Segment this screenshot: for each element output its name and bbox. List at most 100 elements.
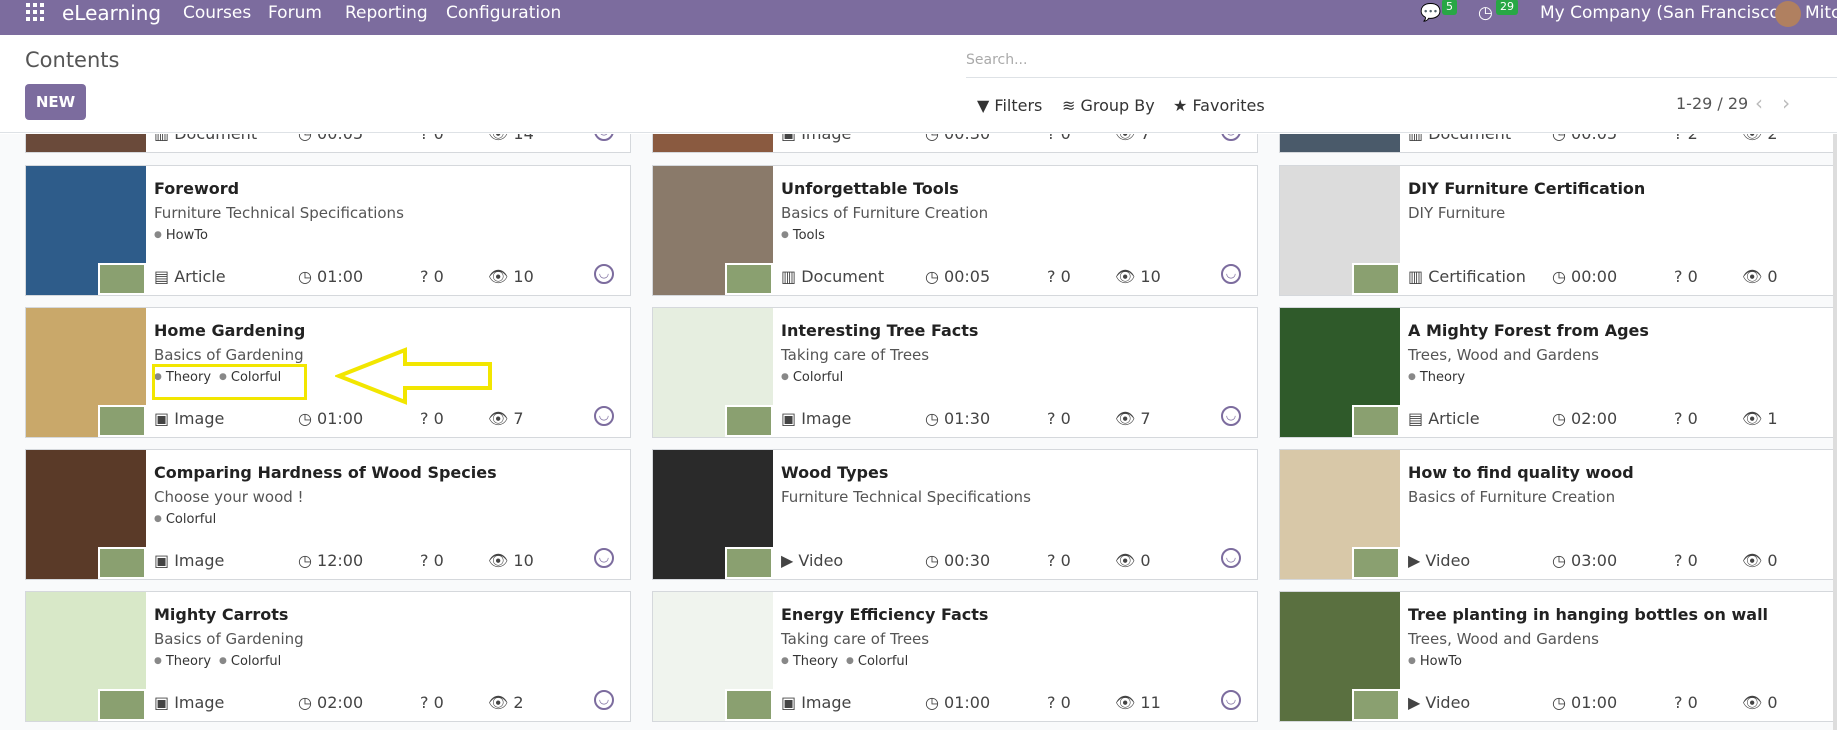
questions-count-icon: ? [1674, 267, 1688, 286]
company-switcher[interactable]: My Company (San Francisco) [1540, 3, 1786, 23]
questions-count-value: 0 [1687, 551, 1698, 570]
kanban-card-partial[interactable]: ▥ Document◷ 00:05? 2👁 2◡ [1279, 134, 1837, 153]
views-count-icon: 👁 [488, 134, 513, 143]
content-type-icon: ▣ [154, 551, 175, 570]
content-type-value: Document [174, 134, 257, 143]
card-title[interactable]: Tree planting in hanging bottles on wall [1408, 605, 1768, 624]
favorites-button[interactable]: ★ Favorites [1173, 96, 1265, 115]
card-title[interactable]: A Mighty Forest from Ages [1408, 321, 1649, 340]
questions-count-value: 0 [433, 409, 444, 428]
card-title[interactable]: Interesting Tree Facts [781, 321, 978, 340]
questions-count-value: 0 [1060, 267, 1071, 286]
menu-forum[interactable]: Forum [268, 3, 322, 23]
content-type-icon: ▥ [781, 267, 802, 286]
thumbnail-image [26, 166, 146, 295]
thumbnail-image [1280, 166, 1400, 295]
menu-courses[interactable]: Courses [183, 3, 251, 23]
kanban-card[interactable]: Mighty Carrots Basics of Gardening Theory C… [25, 591, 631, 722]
content-type-icon: ▶ [1408, 551, 1426, 570]
views-count-icon: 👁 [1742, 409, 1768, 428]
app-brand[interactable]: eLearning [62, 1, 161, 25]
questions-count-icon: ? [1674, 409, 1688, 428]
kanban-card[interactable]: Home GardeningBasics of GardeningTheoryC… [25, 307, 631, 438]
kanban-card[interactable]: Comparing Hardness of Wood Species Choose… [25, 449, 631, 580]
kanban-card[interactable]: How to find quality wood Basics of Furnit… [1279, 449, 1837, 580]
views-count-value: 0 [1767, 267, 1778, 286]
views-count-icon: 👁 [1742, 551, 1768, 570]
kanban-card[interactable]: A Mighty Forest from Ages Trees, Wood and… [1279, 307, 1837, 438]
smile-icon[interactable]: ◡ [594, 264, 614, 284]
smile-icon[interactable]: ◡ [594, 134, 614, 141]
kanban-card[interactable]: Tree planting in hanging bottles on wall… [1279, 591, 1837, 722]
content-type-value: Video [798, 551, 844, 570]
card-course: Basics of Furniture Creation [781, 204, 989, 222]
messages-button[interactable]: 💬 5 [1420, 0, 1457, 23]
filters-button[interactable]: ▼ Filters [977, 96, 1042, 115]
questions-count-value: 0 [433, 693, 444, 712]
content-type-value: Image [174, 693, 225, 712]
views-count-icon: 👁 [1115, 267, 1141, 286]
smile-icon[interactable]: ◡ [1221, 690, 1241, 710]
menu-reporting[interactable]: Reporting [345, 3, 428, 23]
card-title[interactable]: DIY Furniture Certification [1408, 179, 1645, 198]
duration-icon: ◷ [298, 693, 318, 712]
card-title[interactable]: Unforgettable Tools [781, 179, 959, 198]
content-type-icon: ▣ [154, 693, 175, 712]
smile-icon[interactable]: ◡ [594, 406, 614, 426]
kanban-card-partial[interactable]: ▥ Document◷ 00:05? 0👁 14◡ [25, 134, 631, 153]
smile-icon[interactable]: ◡ [1221, 264, 1241, 284]
pager-arrows[interactable]: ‹ › [1755, 91, 1790, 115]
menu-configuration[interactable]: Configuration [446, 3, 561, 23]
questions-count: ? 0 [420, 267, 444, 286]
chevron-right-icon[interactable]: › [1782, 91, 1790, 115]
duration: ◷ 01:00 [925, 693, 990, 712]
kanban-card[interactable]: Wood Types Furniture Technical Specificat… [652, 449, 1258, 580]
groupby-button[interactable]: ≋ Group By [1062, 96, 1155, 115]
kanban-card-partial[interactable]: ▣ Image◷ 00:30? 0👁 7◡ [652, 134, 1258, 153]
card-title[interactable]: Comparing Hardness of Wood Species [154, 463, 497, 482]
smile-icon[interactable]: ◡ [594, 690, 614, 710]
kanban-card[interactable]: Unforgettable Tools Basics of Furniture C… [652, 165, 1258, 296]
star-icon: ★ [1173, 96, 1188, 115]
kanban-card[interactable]: DIY Furniture Certification DIY Furniture… [1279, 165, 1837, 296]
card-title[interactable]: Mighty Carrots [154, 605, 288, 624]
views-count-value: 0 [1140, 551, 1151, 570]
card-title[interactable]: How to find quality wood [1408, 463, 1634, 482]
views-count: 👁 0 [1115, 551, 1151, 570]
thumbnail-image [1280, 134, 1400, 152]
kanban-card[interactable]: Interesting Tree Facts Taking care of Tre… [652, 307, 1258, 438]
content-type-value: Image [174, 551, 225, 570]
scrollbar[interactable] [1833, 134, 1837, 730]
card-title[interactable]: Energy Efficiency Facts [781, 605, 988, 624]
views-count: 👁 10 [488, 551, 534, 570]
pager-value[interactable]: 1-29 / 29 [1676, 94, 1748, 113]
duration-icon: ◷ [925, 551, 945, 570]
kanban-card[interactable]: Energy Efficiency Facts Taking care of Tr… [652, 591, 1258, 722]
user-name[interactable]: Mitc [1805, 3, 1837, 23]
smile-icon[interactable]: ◡ [594, 548, 614, 568]
smile-icon[interactable]: ◡ [1221, 134, 1241, 141]
activities-button[interactable]: ◷ 29 [1478, 0, 1518, 23]
new-button[interactable]: NEW [25, 84, 86, 120]
kanban-view: ▥ Document◷ 00:05? 0👁 14◡ ▣ Image◷ 00:30?… [0, 134, 1837, 730]
apps-menu-icon[interactable] [26, 3, 46, 23]
avatar[interactable] [1775, 1, 1801, 27]
card-course: Taking care of Trees [781, 630, 930, 648]
kanban-card[interactable]: Foreword Furniture Technical Specificatio… [25, 165, 631, 296]
views-count-value: 2 [513, 693, 524, 712]
content-type: ▶ Video [1408, 693, 1470, 712]
questions-count-value: 2 [1688, 134, 1698, 143]
card-title[interactable]: Wood Types [781, 463, 888, 482]
chevron-left-icon[interactable]: ‹ [1755, 91, 1763, 115]
filters-label: Filters [994, 96, 1043, 115]
duration-icon: ◷ [1552, 551, 1572, 570]
card-title[interactable]: Foreword [154, 179, 239, 198]
smile-icon[interactable]: ◡ [1221, 406, 1241, 426]
card-title[interactable]: Home Gardening [154, 321, 305, 340]
smile-icon[interactable]: ◡ [1221, 548, 1241, 568]
search-input[interactable]: Search... [966, 45, 1837, 78]
duration-icon: ◷ [298, 267, 318, 286]
views-count: 👁 2 [1742, 134, 1778, 143]
duration: ◷ 01:00 [298, 409, 363, 428]
views-count: 👁 1 [1742, 409, 1778, 428]
